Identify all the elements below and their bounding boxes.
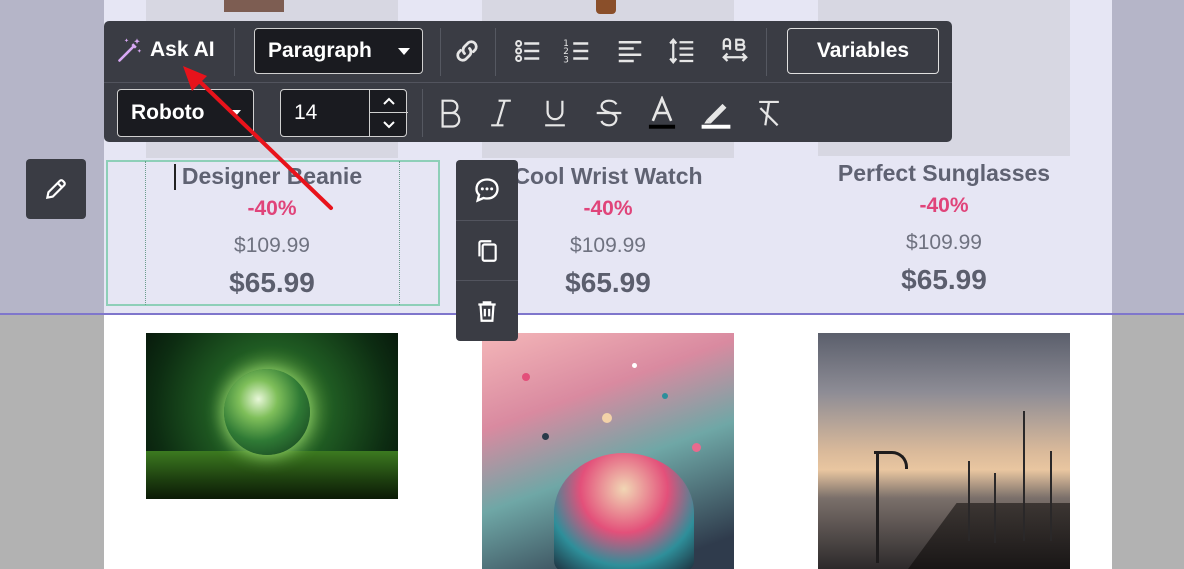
numbered-list-icon: 1 2 3 [563,39,589,65]
underline-button[interactable] [535,93,575,133]
text-color-button[interactable] [642,93,682,133]
toolbar-separator [766,28,767,76]
block-actions-panel [456,160,518,341]
product-old-price: $109.99 [906,231,982,254]
product-name[interactable]: Perfect Sunglasses [794,158,1094,188]
align-left-icon [618,41,642,63]
image-splash-shape [554,453,694,569]
font-size-step-buttons [369,90,408,136]
chevron-down-icon [229,110,241,117]
ask-ai-label: Ask AI [150,38,215,61]
block-type-dropdown[interactable]: Paragraph [254,28,423,74]
image-mast [968,461,970,541]
magic-wand-icon [118,38,142,62]
rich-text-toolbar: Ask AI Paragraph 1 2 3 Variables Roboto … [104,21,952,142]
image-lamp-head [874,451,908,469]
image-pier [908,503,1070,569]
comment-icon [475,178,499,203]
font-size-increase-button[interactable] [370,90,408,113]
letter-spacing-icon [722,38,748,62]
image-glass-globe [224,369,310,455]
edit-block-button[interactable] [26,159,86,219]
pencil-icon [45,179,66,200]
link-button[interactable] [447,31,487,71]
image-splash-drop [662,393,668,399]
ask-ai-button[interactable]: Ask AI [116,33,215,67]
strikethrough-button[interactable] [589,93,629,133]
image-pier-sunset[interactable] [818,333,1070,569]
highlight-button[interactable] [696,93,736,133]
image-mast [994,473,996,543]
workspace-background [1112,0,1184,314]
workspace-background [1112,315,1184,569]
toolbar-separator [440,28,441,76]
font-family-dropdown[interactable]: Roboto [117,89,254,137]
chevron-down-icon [398,48,410,55]
delete-icon [478,300,496,322]
image-splash-drop [602,413,612,423]
image-lamp-post [876,453,879,563]
toolbar-row-1: Ask AI Paragraph 1 2 3 Variables [104,21,952,83]
font-size-stepper[interactable]: 14 [280,89,408,137]
bold-icon [441,99,461,128]
product-discount: -40% [919,194,969,217]
product-card-3[interactable]: Perfect Sunglasses -40% $109.99 $65.99 [794,158,1094,298]
block-type-value: Paragraph [268,39,372,62]
image-splash-drop [632,363,637,368]
variables-label: Variables [816,39,910,62]
toolbar-separator [495,28,496,76]
bold-button[interactable] [430,93,470,133]
clear-format-icon [759,100,779,127]
toolbar-separator [422,89,423,137]
numbered-list-button[interactable]: 1 2 3 [557,31,597,71]
product-new-price: $65.99 [901,264,987,295]
underline-icon [545,100,565,127]
image-mast [1023,411,1025,541]
image-grass [146,451,398,499]
comment-button[interactable] [456,160,518,220]
chevron-down-icon [383,120,395,128]
delete-button[interactable] [456,280,518,340]
line-height-icon [669,37,694,65]
duplicate-button[interactable] [456,220,518,280]
toolbar-separator [234,28,235,76]
workspace-background [0,315,104,569]
duplicate-icon [478,239,497,262]
chevron-up-icon [383,97,395,105]
text-color-icon [648,96,676,129]
selected-text-block-guides [145,161,400,305]
bulleted-list-icon [515,40,540,62]
link-icon [456,40,478,62]
image-splash-drop [542,433,549,440]
section-divider [0,313,1184,315]
italic-button[interactable] [481,93,521,133]
font-size-decrease-button[interactable] [370,113,408,136]
letter-spacing-button[interactable] [715,31,755,71]
workspace-background [0,0,104,314]
highlight-icon [701,103,731,129]
clear-format-button[interactable] [749,93,789,133]
font-size-value[interactable]: 14 [294,90,317,136]
text-cursor [174,164,176,190]
italic-icon [491,99,511,127]
variables-button[interactable]: Variables [787,28,939,74]
font-family-value: Roboto [131,101,205,124]
product-image-beanie-detail [224,0,284,12]
image-globe-forest[interactable] [146,333,398,499]
image-splash-drop [522,373,530,381]
line-height-button[interactable] [662,31,702,71]
product-image-watch-strap [596,0,616,14]
align-left-button[interactable] [610,31,650,71]
image-splash-drop [692,443,701,452]
bulleted-list-button[interactable] [508,31,548,71]
strikethrough-icon [596,99,622,127]
svg-text:3: 3 [563,55,569,65]
image-mast [1050,451,1052,541]
image-paint-splash[interactable] [482,333,734,569]
